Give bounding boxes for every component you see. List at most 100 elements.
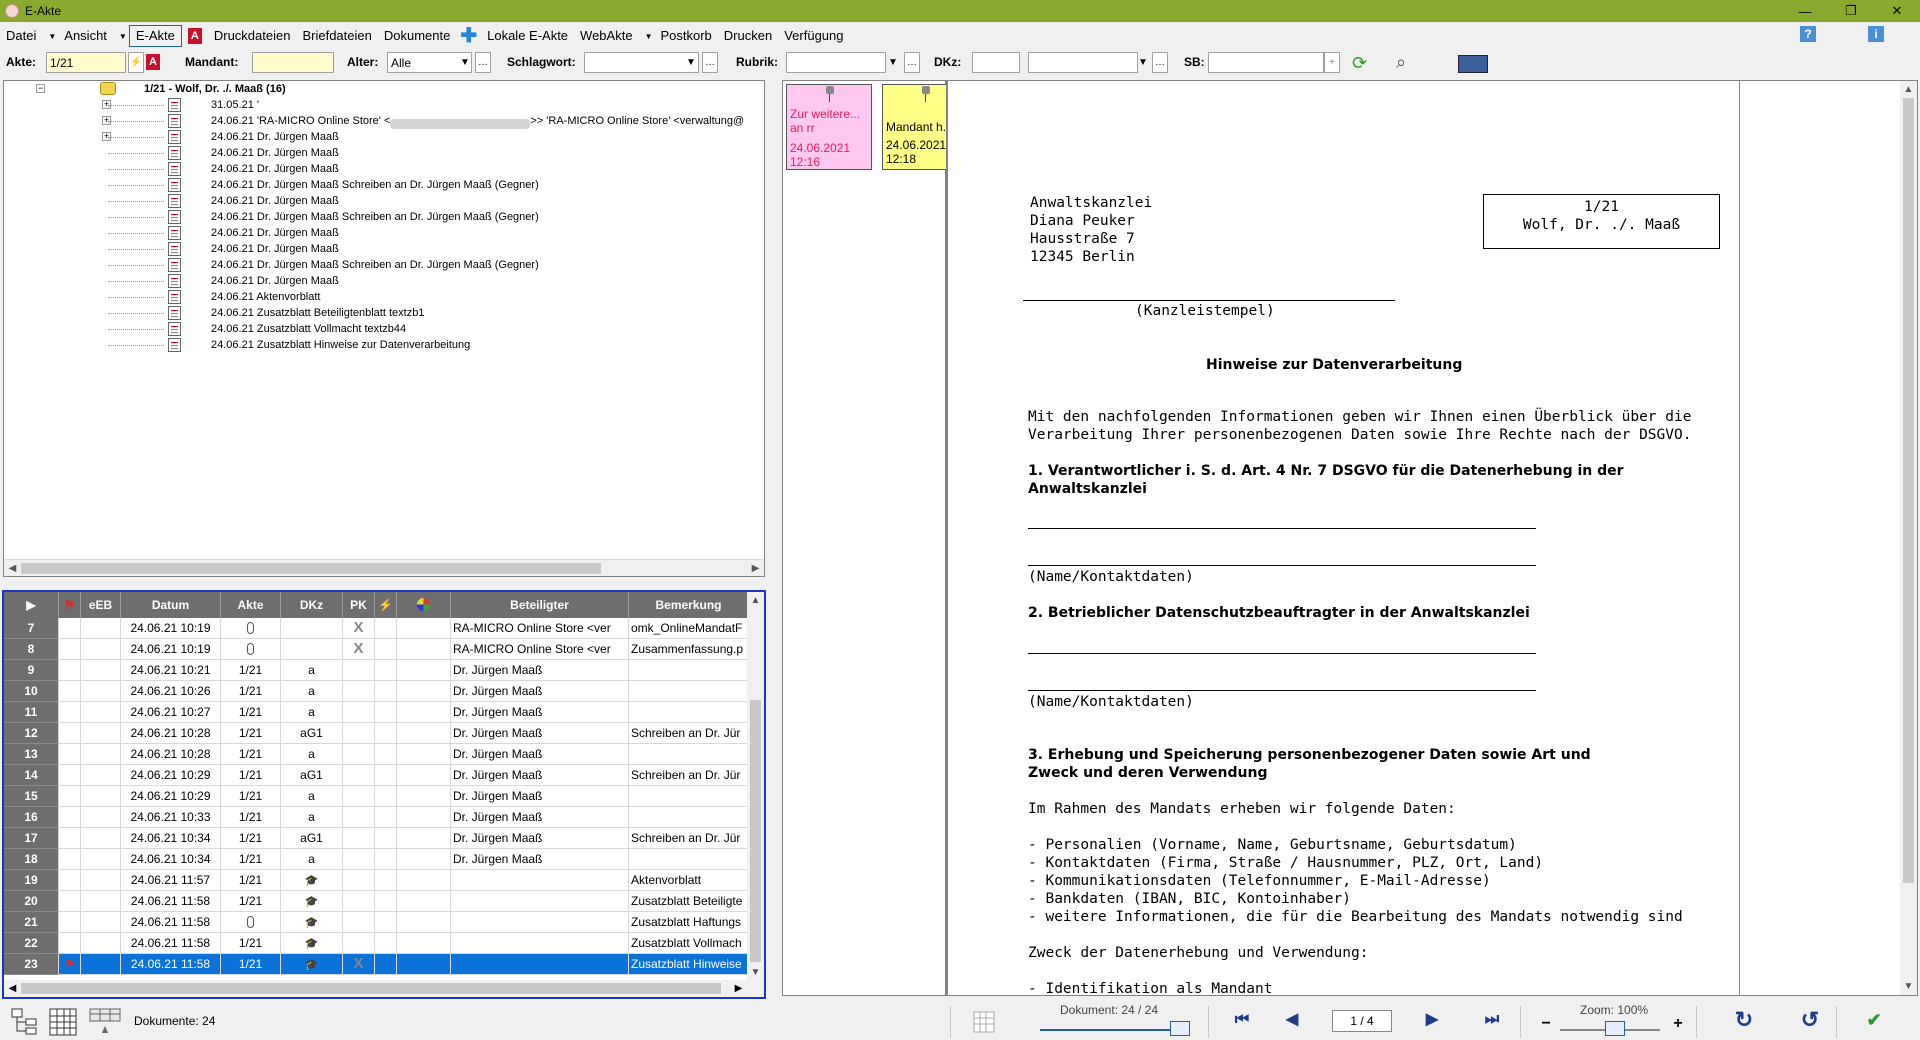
refresh-icon[interactable]: ⟳ (1352, 53, 1367, 74)
col-color[interactable] (397, 592, 451, 618)
pdf-icon[interactable]: A (187, 28, 202, 44)
search-icon[interactable]: ⌕ (1396, 52, 1406, 73)
grid-horizontal-scrollbar[interactable]: ◀ ▶ (4, 980, 764, 997)
close-button[interactable]: ✕ (1874, 0, 1920, 22)
tree-root[interactable]: − 1/21 - Wolf, Dr. ./. Maaß (16) (4, 81, 764, 97)
col-beteiligter[interactable]: Beteiligter (451, 592, 629, 618)
chevron-down-icon[interactable]: ▼ (458, 53, 472, 72)
info-icon[interactable]: i (1868, 26, 1884, 42)
restore-button[interactable]: ❐ (1828, 0, 1874, 22)
grid-vertical-scrollbar[interactable]: ▲ ▼ (747, 592, 764, 981)
tree-item[interactable]: +24.06.21 'RA-MICRO Online Store' < >> 'R… (4, 113, 764, 130)
scroll-thumb[interactable] (21, 563, 601, 574)
document-slider[interactable] (1040, 1029, 1180, 1031)
table-row[interactable]: 12 24.06.21 10:28 1/21 aG1 Dr. Jürgen Maaß Sc… (4, 723, 749, 744)
menu-eakte[interactable]: E-Akte (128, 25, 182, 47)
rotate-right-button[interactable]: ↻ (1732, 1008, 1756, 1032)
akte-pdf-icon[interactable]: A (146, 54, 160, 70)
col-lightning[interactable]: ⚡ (375, 592, 397, 618)
prev-page-button[interactable]: ◀ (1280, 1008, 1304, 1032)
menu-arrow-icon[interactable]: ▼ (42, 32, 58, 41)
table-row[interactable]: 17 24.06.21 10:34 1/21 aG1 Dr. Jürgen Maaß Sc… (4, 828, 749, 849)
collapse-icon[interactable]: − (36, 84, 45, 93)
table-row[interactable]: 10 24.06.21 10:26 1/21 a Dr. Jürgen Maaß (4, 681, 749, 702)
scroll-up-icon[interactable]: ▲ (747, 592, 764, 609)
col-flag[interactable]: ⚑ (59, 592, 81, 618)
rotate-left-button[interactable]: ↺ (1798, 1008, 1822, 1032)
schlagwort-select[interactable] (584, 52, 699, 73)
akte-input[interactable] (46, 52, 126, 73)
table-row[interactable]: 20 24.06.21 11:58 1/21 🎓 Zusatzblatt Beteili… (4, 891, 749, 912)
zoom-slider-thumb[interactable] (1605, 1021, 1625, 1036)
tree-item[interactable]: 24.06.21 Dr. Jürgen Maaß (4, 145, 764, 161)
sb-input[interactable] (1208, 52, 1324, 73)
menu-datei[interactable]: Datei (0, 25, 42, 47)
menu-ansicht[interactable]: Ansicht (58, 25, 113, 47)
help-icon[interactable]: ? (1800, 26, 1816, 42)
menu-verfuegung[interactable]: Verfügung (778, 25, 849, 47)
tree-item[interactable]: 24.06.21 Dr. Jürgen Maaß (4, 193, 764, 209)
table-row[interactable]: 22 24.06.21 11:58 1/21 🎓 Zusatzblatt Vollmac… (4, 933, 749, 954)
tree-item[interactable]: 24.06.21 Zusatzblatt Beteiligtenblatt te… (4, 305, 764, 321)
menu-postkorb[interactable]: Postkorb (654, 25, 717, 47)
tree-item[interactable]: 24.06.21 Dr. Jürgen Maaß Schreiben an Dr… (4, 257, 764, 273)
table-row[interactable]: 18 24.06.21 10:34 1/21 a Dr. Jürgen Maaß (4, 849, 749, 870)
scroll-right-icon[interactable]: ▶ (730, 980, 747, 997)
rubrik-select[interactable] (786, 52, 886, 73)
scroll-down-icon[interactable]: ▼ (1900, 978, 1917, 995)
tree-horizontal-scrollbar[interactable]: ◀ ▶ (4, 559, 764, 576)
grid-view-icon[interactable] (972, 1010, 996, 1034)
document-slider-thumb[interactable] (1170, 1021, 1190, 1036)
menu-lokale-eakte[interactable]: Lokale E-Akte (481, 25, 574, 47)
minimize-button[interactable]: — (1782, 0, 1828, 22)
menu-arrow-icon[interactable]: ▼ (639, 32, 655, 41)
col-pk[interactable]: PK (343, 592, 375, 618)
mandant-input[interactable] (252, 52, 334, 73)
col-eeb[interactable]: eEB (81, 592, 121, 618)
add-icon[interactable]: ✚ (456, 25, 481, 47)
tree-item[interactable]: 24.06.21 Dr. Jürgen Maaß (4, 161, 764, 177)
dkz-select[interactable] (1028, 52, 1138, 73)
menu-druckdateien[interactable]: Druckdateien (208, 25, 297, 47)
table-row[interactable]: 13 24.06.21 10:28 1/21 a Dr. Jürgen Maaß (4, 744, 749, 765)
table-row[interactable]: 11 24.06.21 10:27 1/21 a Dr. Jürgen Maaß (4, 702, 749, 723)
schlagwort-more-button[interactable]: … (702, 52, 718, 73)
menu-arrow-icon[interactable]: ▼ (113, 32, 129, 41)
tree-item[interactable]: 24.06.21 Dr. Jürgen Maaß (4, 225, 764, 241)
scroll-thumb[interactable] (1903, 98, 1914, 883)
table-row[interactable]: 7 24.06.21 10:19 X RA-MICRO Online Store <v… (4, 618, 749, 639)
menu-dokumente[interactable]: Dokumente (378, 25, 456, 47)
confirm-button[interactable]: ✔ (1862, 1008, 1886, 1032)
table-row[interactable]: 9 24.06.21 10:21 1/21 a Dr. Jürgen Maaß (4, 660, 749, 681)
split-view-icon[interactable] (88, 1007, 122, 1037)
menu-webakte[interactable]: WebAkte (574, 25, 639, 47)
rubrik-more-button[interactable]: … (904, 52, 920, 73)
first-page-button[interactable]: ⏮ (1230, 1008, 1254, 1032)
table-row[interactable]: 19 24.06.21 11:57 1/21 🎓 Aktenvorblatt (4, 870, 749, 891)
col-dkz[interactable]: DKz (281, 592, 343, 618)
menu-drucken[interactable]: Drucken (718, 25, 778, 47)
tree-item[interactable]: 24.06.21 Zusatzblatt Hinweise zur Datenv… (4, 337, 764, 353)
tree-item[interactable]: 24.06.21 Zusatzblatt Vollmacht textzb44 (4, 321, 764, 337)
col-datum[interactable]: Datum (121, 592, 221, 618)
table-row[interactable]: 15 24.06.21 10:29 1/21 a Dr. Jürgen Maaß (4, 786, 749, 807)
col-akte[interactable]: Akte (221, 592, 281, 618)
sb-add-button[interactable]: + (1324, 52, 1340, 73)
scroll-left-icon[interactable]: ◀ (4, 980, 21, 997)
dkz-more-button[interactable]: … (1152, 52, 1168, 73)
lightning-icon[interactable]: ⚡ (128, 52, 144, 73)
scroll-up-icon[interactable]: ▲ (1900, 81, 1917, 98)
zoom-out-button[interactable]: − (1534, 1012, 1558, 1036)
sticky-note[interactable]: Zur weitere... an rr 24.06.2021 12:16 (786, 84, 872, 170)
tree-item[interactable]: 24.06.21 Dr. Jürgen Maaß Schreiben an Dr… (4, 177, 764, 193)
menu-briefdateien[interactable]: Briefdateien (296, 25, 377, 47)
chevron-down-icon[interactable]: ▼ (1136, 53, 1150, 72)
tree-item[interactable]: +24.06.21 Dr. Jürgen Maaß (4, 129, 764, 145)
scroll-thumb[interactable] (750, 700, 761, 962)
scroll-right-icon[interactable]: ▶ (747, 560, 764, 576)
table-view-icon[interactable] (48, 1007, 78, 1037)
next-page-button[interactable]: ▶ (1420, 1008, 1444, 1032)
alter-more-button[interactable]: … (475, 52, 491, 73)
col-bemerkung[interactable]: Bemerkung (629, 592, 749, 618)
tree-item[interactable]: 24.06.21 Aktenvorblatt (4, 289, 764, 305)
